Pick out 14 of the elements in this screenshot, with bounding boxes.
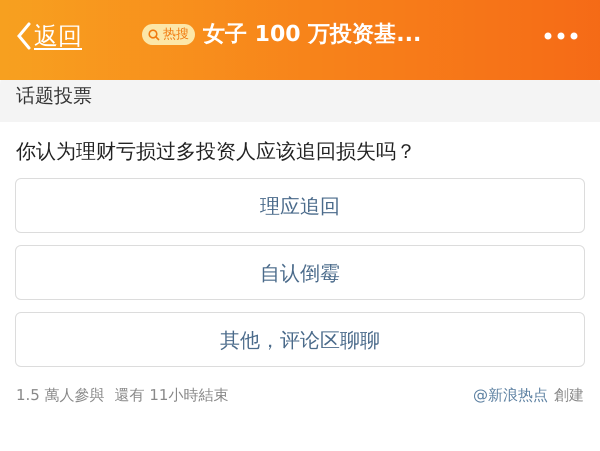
page-title: 女子 100 万投资基... xyxy=(203,21,422,49)
hot-search-badge: 热搜 xyxy=(142,24,195,46)
participant-count: 1.5 萬人參與 xyxy=(16,385,105,406)
poll-option[interactable]: 自认倒霉 xyxy=(15,245,585,300)
time-left: 還有 11小時結束 xyxy=(114,385,228,406)
back-icon xyxy=(16,22,32,50)
creator-link[interactable]: @新浪热点 xyxy=(473,384,548,406)
created-label: 創建 xyxy=(554,385,584,406)
section-title: 话题投票 xyxy=(16,84,92,109)
poll-question: 你认为理财亏损过多投资人应该追回损失吗？ xyxy=(15,138,417,165)
more-icon[interactable] xyxy=(544,32,578,40)
poll-option[interactable]: 理应追回 xyxy=(15,178,585,233)
poll-option[interactable]: 其他，评论区聊聊 xyxy=(15,312,585,367)
search-icon xyxy=(148,28,160,40)
